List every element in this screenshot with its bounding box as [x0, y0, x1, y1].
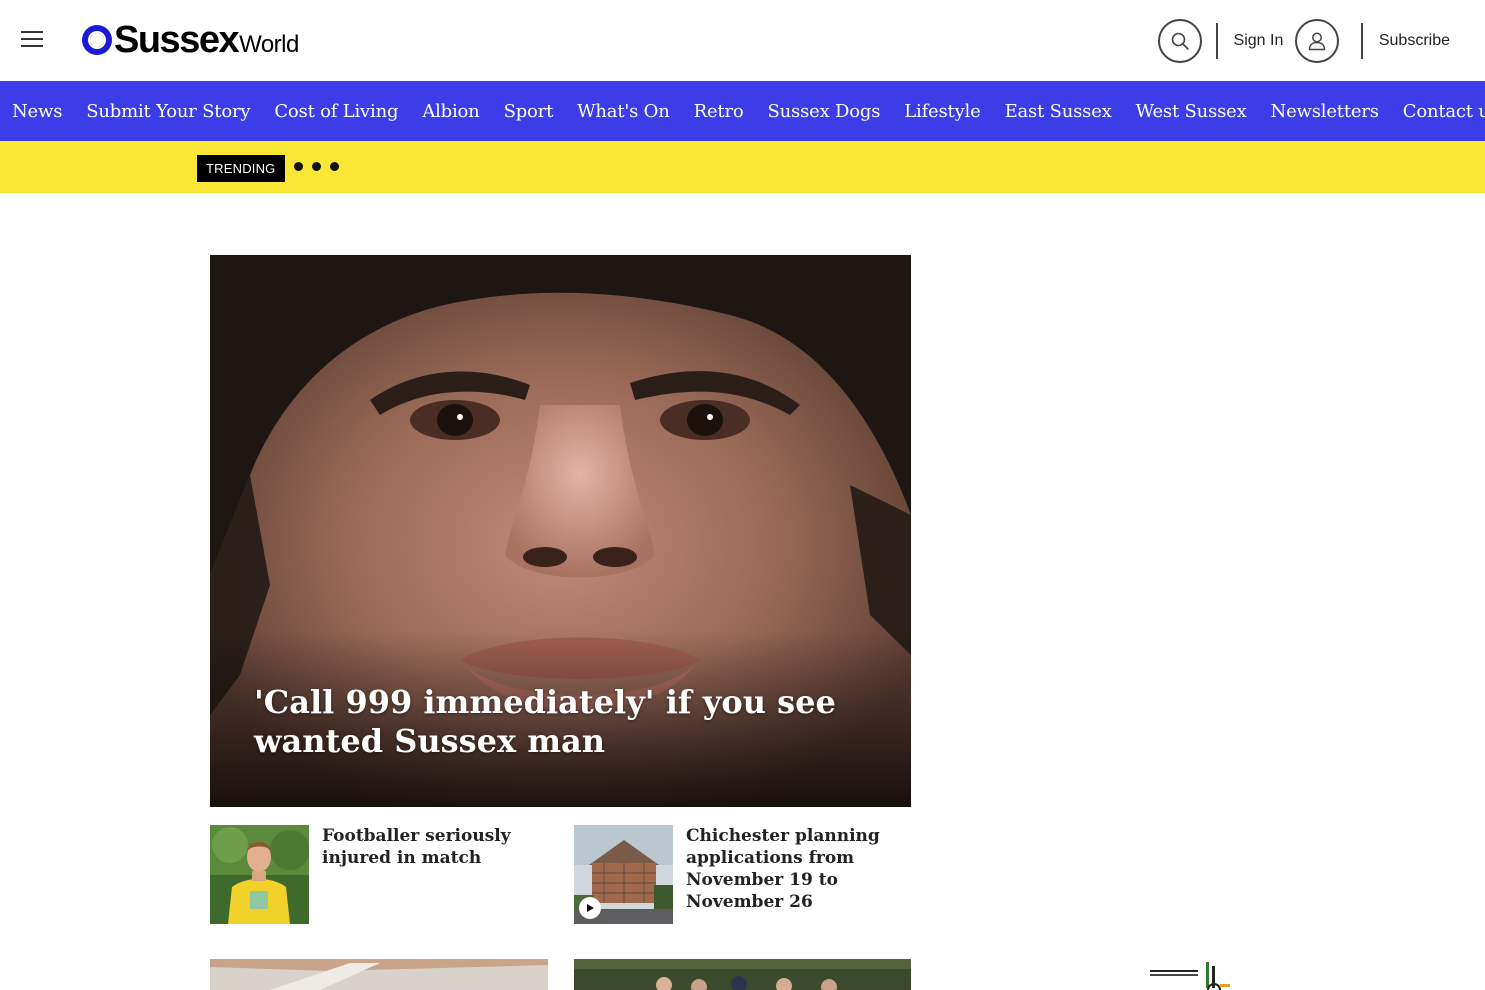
- nav-item-retro[interactable]: Retro: [694, 101, 744, 122]
- article-headline[interactable]: Chichester planning applications from No…: [686, 825, 911, 913]
- nav-item-news[interactable]: News: [12, 101, 62, 122]
- article-thumbnail[interactable]: [210, 959, 548, 990]
- menu-icon[interactable]: [21, 31, 45, 49]
- article-card[interactable]: Chichester planning applications from No…: [574, 825, 911, 925]
- logo-ring-icon: [82, 25, 112, 55]
- nav-item-submit-your-story[interactable]: Submit Your Story: [86, 101, 250, 122]
- nav-item-whats-on[interactable]: What's On: [577, 101, 670, 122]
- article-thumbnail: [574, 825, 673, 924]
- nav-item-albion[interactable]: Albion: [422, 101, 479, 122]
- nav-item-east-sussex[interactable]: East Sussex: [1005, 101, 1112, 122]
- logo-sub-text: World: [239, 31, 299, 58]
- user-icon: [1309, 32, 1326, 50]
- divider: [1216, 22, 1218, 59]
- play-icon[interactable]: [579, 897, 601, 919]
- loading-dots-icon: [294, 162, 348, 171]
- nav-item-sussex-dogs[interactable]: Sussex Dogs: [768, 101, 881, 122]
- logo-main-text: Sussex: [114, 19, 240, 61]
- sign-in-link[interactable]: Sign In: [1234, 32, 1284, 50]
- nav-item-sport[interactable]: Sport: [504, 101, 554, 122]
- divider: [1361, 22, 1363, 59]
- nav-item-newsletters[interactable]: Newsletters: [1271, 101, 1379, 122]
- hero-article[interactable]: 'Call 999 immediately' if you see wanted…: [210, 255, 911, 807]
- account-button[interactable]: [1295, 18, 1340, 63]
- main-nav: News Submit Your Story Cost of Living Al…: [0, 81, 1485, 141]
- nav-item-lifestyle[interactable]: Lifestyle: [904, 101, 980, 122]
- article-thumbnail[interactable]: [574, 959, 911, 990]
- trending-bar: TRENDING: [0, 141, 1485, 193]
- site-header: Sussex World Sign In Subscribe: [0, 0, 1485, 81]
- trending-label: TRENDING: [197, 155, 285, 182]
- site-logo[interactable]: Sussex World: [82, 20, 299, 60]
- article-headline[interactable]: Footballer seriously injured in match: [322, 825, 547, 869]
- nav-item-cost-of-living[interactable]: Cost of Living: [274, 101, 398, 122]
- article-card[interactable]: Footballer seriously injured in match: [210, 825, 548, 925]
- nav-item-west-sussex[interactable]: West Sussex: [1136, 101, 1247, 122]
- nav-item-contact-us[interactable]: Contact us: [1403, 101, 1485, 122]
- search-button[interactable]: [1158, 18, 1203, 63]
- hero-headline[interactable]: 'Call 999 immediately' if you see wanted…: [254, 683, 854, 761]
- header-actions: Sign In Subscribe: [1158, 18, 1450, 63]
- advert-image[interactable]: [1150, 960, 1236, 990]
- subscribe-link[interactable]: Subscribe: [1379, 32, 1450, 50]
- search-icon: [1171, 32, 1189, 50]
- article-thumbnail: [210, 825, 309, 924]
